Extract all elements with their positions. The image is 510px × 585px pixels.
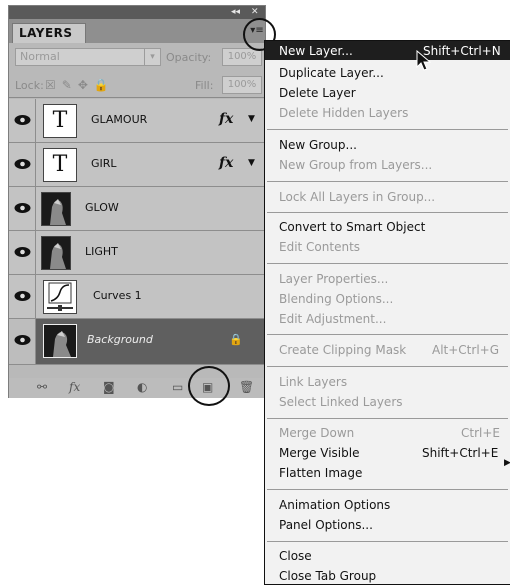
portrait-thumbnail-icon: [42, 237, 70, 269]
delete-layer-icon[interactable]: 🗑: [239, 380, 254, 394]
portrait-thumbnail-icon: [42, 193, 70, 225]
new-group-icon[interactable]: ▭: [172, 380, 183, 394]
visibility-toggle[interactable]: [9, 187, 36, 230]
menu-item-create-clipping-mask[interactable]: Create Clipping Mask: [279, 343, 406, 357]
menu-item-flatten-image[interactable]: Flatten Image: [279, 466, 362, 480]
lock-row: Lock: ☒✎✥🔒 Fill: 100%: [9, 72, 265, 98]
menu-item-panel-options[interactable]: Panel Options...: [279, 518, 373, 532]
shortcut-merge-down: Ctrl+E: [461, 426, 500, 440]
visibility-toggle[interactable]: [9, 275, 36, 318]
fill-field[interactable]: 100%: [222, 76, 262, 94]
menu-separator: [267, 541, 508, 542]
layer-row-background[interactable]: Background 🔒: [9, 319, 265, 365]
lock-label: Lock:: [15, 79, 44, 92]
menu-item-delete-layer[interactable]: Delete Layer: [279, 86, 356, 100]
chevron-down-icon: ▾: [144, 49, 160, 65]
blend-row: Normal ▾ Opacity: 100%: [9, 44, 265, 68]
add-style-icon[interactable]: fx: [69, 380, 80, 394]
menu-item-merge-visible[interactable]: Merge Visible: [279, 446, 359, 460]
expand-effects-icon[interactable]: ▼: [248, 114, 255, 124]
eye-icon: [14, 115, 31, 125]
panel-title-strip: ◂◂ ✕: [9, 6, 265, 19]
eye-icon: [14, 335, 31, 345]
menu-item-animation-options[interactable]: Animation Options: [279, 498, 390, 512]
menu-item-close-tab-group[interactable]: Close Tab Group: [279, 569, 376, 583]
layer-row-girl[interactable]: T GIRL fx ▼: [9, 143, 265, 187]
blend-mode-value: Normal: [20, 50, 60, 63]
menu-separator: [267, 212, 508, 213]
menu-separator: [267, 181, 508, 182]
curves-adjustment-thumbnail: [43, 280, 77, 314]
highlight-circle-new-layer: [188, 366, 230, 406]
menu-item-new-layer[interactable]: New Layer...: [279, 44, 353, 58]
menu-item-link-layers[interactable]: Link Layers: [279, 375, 347, 389]
expand-effects-icon[interactable]: ▼: [248, 158, 255, 168]
menu-item-new-group-from-layers[interactable]: New Group from Layers...: [279, 158, 432, 172]
text-layer-thumbnail: T: [43, 148, 77, 182]
menu-item-merge-down[interactable]: Merge Down: [279, 426, 354, 440]
layer-name[interactable]: LIGHT: [85, 245, 118, 258]
mouse-pointer-icon: [416, 50, 432, 71]
layers-panel: ◂◂ ✕ LAYERS ▾≡ Normal ▾ Opacity: 100% Lo…: [8, 5, 266, 398]
blend-mode-select[interactable]: Normal ▾: [15, 48, 161, 66]
text-layer-thumbnail: T: [43, 104, 77, 138]
menu-separator: [267, 418, 508, 419]
panel-flyout-menu: New Layer... Shift+Ctrl+N Duplicate Laye…: [264, 40, 510, 585]
tab-layers[interactable]: LAYERS: [12, 23, 86, 43]
menu-item-layer-properties[interactable]: Layer Properties...: [279, 272, 388, 286]
image-layer-thumbnail: [41, 236, 71, 270]
shortcut-new-layer: Shift+Ctrl+N: [423, 44, 501, 58]
add-mask-icon[interactable]: ◙: [103, 380, 115, 394]
eye-icon: [14, 203, 31, 213]
menu-item-edit-contents[interactable]: Edit Contents: [279, 240, 360, 254]
menu-separator: [267, 129, 508, 130]
lock-icon: 🔒: [229, 333, 243, 346]
curves-icon: [47, 282, 73, 311]
menu-item-new-group[interactable]: New Group...: [279, 138, 357, 152]
menu-item-delete-hidden[interactable]: Delete Hidden Layers: [279, 106, 408, 120]
menu-separator: [267, 366, 508, 367]
adjustment-layer-icon[interactable]: ◐: [137, 380, 147, 394]
panel-tab-bar: LAYERS ▾≡: [9, 19, 265, 43]
visibility-toggle[interactable]: [9, 319, 36, 364]
layer-row-glamour[interactable]: T GLAMOUR fx ▼: [9, 99, 265, 143]
layer-row-curves[interactable]: Curves 1: [9, 275, 265, 319]
menu-item-blending-options[interactable]: Blending Options...: [279, 292, 393, 306]
layer-name[interactable]: GIRL: [91, 157, 117, 170]
menu-item-lock-all[interactable]: Lock All Layers in Group...: [279, 190, 435, 204]
image-layer-thumbnail: [41, 192, 71, 226]
layer-name[interactable]: Background: [87, 333, 153, 346]
layer-row-light[interactable]: LIGHT: [9, 231, 265, 275]
eye-icon: [14, 291, 31, 301]
eye-icon: [14, 159, 31, 169]
fill-label: Fill:: [195, 79, 214, 92]
layer-name[interactable]: Curves 1: [93, 289, 142, 302]
menu-item-close[interactable]: Close: [279, 549, 312, 563]
shortcut-clipping-mask: Alt+Ctrl+G: [432, 343, 500, 357]
menu-item-duplicate-layer[interactable]: Duplicate Layer...: [279, 66, 384, 80]
shortcut-merge-visible: Shift+Ctrl+E: [422, 446, 499, 460]
layer-name[interactable]: GLAMOUR: [91, 113, 147, 126]
menu-item-convert-smart-object[interactable]: Convert to Smart Object: [279, 220, 425, 234]
visibility-toggle[interactable]: [9, 143, 36, 186]
collapse-icon[interactable]: ◂◂: [231, 6, 240, 19]
visibility-toggle[interactable]: [9, 231, 36, 274]
layer-row-glow[interactable]: GLOW: [9, 187, 265, 231]
menu-item-edit-adjustment[interactable]: Edit Adjustment...: [279, 312, 386, 326]
visibility-toggle[interactable]: [9, 99, 36, 142]
fx-icon[interactable]: fx: [219, 111, 233, 127]
menu-item-select-linked[interactable]: Select Linked Layers: [279, 395, 403, 409]
menu-separator: [267, 334, 508, 335]
image-layer-thumbnail: [43, 324, 77, 358]
layer-name[interactable]: GLOW: [85, 201, 119, 214]
eye-icon: [14, 247, 31, 257]
opacity-label: Opacity:: [166, 51, 212, 64]
menu-separator: [267, 489, 508, 490]
submenu-arrow-icon: ▶: [504, 458, 510, 468]
fx-icon[interactable]: fx: [219, 155, 233, 171]
menu-separator: [267, 263, 508, 264]
portrait-thumbnail-icon: [44, 325, 76, 357]
lock-icons[interactable]: ☒✎✥🔒: [45, 78, 115, 92]
link-layers-icon[interactable]: ⚯: [37, 380, 47, 394]
